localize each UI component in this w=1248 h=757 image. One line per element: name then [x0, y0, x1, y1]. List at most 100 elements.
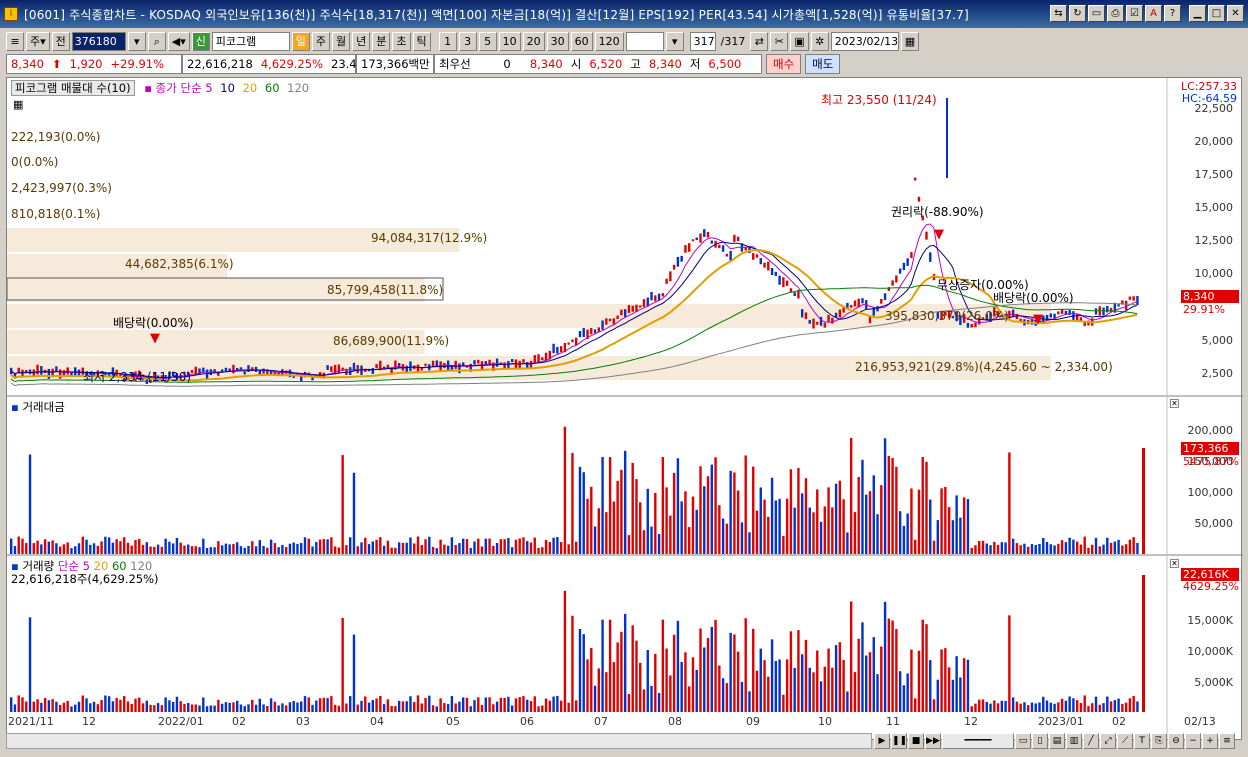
- table-icon[interactable]: ▦: [13, 98, 23, 111]
- interval-5[interactable]: 5: [478, 31, 497, 51]
- pause-icon[interactable]: ❚❚: [891, 733, 907, 749]
- draw-line-icon[interactable]: ╱: [1083, 733, 1099, 749]
- sell-button[interactable]: 매도: [805, 54, 841, 74]
- interval-120[interactable]: 120: [594, 31, 624, 51]
- capture-icon[interactable]: ⎘: [1151, 733, 1167, 749]
- help-icon[interactable]: ?: [1164, 5, 1181, 22]
- period-minute[interactable]: 분: [372, 31, 391, 51]
- interval-60[interactable]: 60: [570, 31, 593, 51]
- volume-bar: [785, 659, 789, 712]
- chart-canvas[interactable]: ▼ ▼ ▼: [7, 78, 1243, 741]
- period-second[interactable]: 초: [392, 31, 411, 51]
- link-icon[interactable]: ⇆: [1050, 5, 1067, 22]
- interval-3[interactable]: 3: [458, 31, 477, 51]
- code-dropdown-icon[interactable]: ▾: [127, 31, 146, 51]
- layout-1-icon[interactable]: ▭: [1015, 733, 1031, 749]
- close-value-panel-icon[interactable]: ✕: [1170, 399, 1179, 408]
- date-input[interactable]: 2023/02/13: [830, 31, 899, 51]
- search-icon[interactable]: ⌕: [147, 31, 166, 51]
- interval-20[interactable]: 20: [522, 31, 545, 51]
- value-bar: [149, 546, 152, 554]
- period-month[interactable]: 월: [332, 31, 351, 51]
- draw-trend-icon[interactable]: ⤢: [1100, 733, 1116, 749]
- scissors-icon[interactable]: ✂: [770, 31, 789, 51]
- value-bar: [910, 488, 913, 554]
- settings-icon[interactable]: ✲: [810, 31, 829, 51]
- zoom-in-icon[interactable]: +: [1202, 733, 1218, 749]
- interval-custom-input[interactable]: [625, 31, 664, 51]
- zoom-out-icon[interactable]: −: [1185, 733, 1201, 749]
- all-button[interactable]: 전: [51, 31, 70, 51]
- volume-bar: [435, 706, 439, 712]
- menu-icon[interactable]: ≡: [6, 31, 24, 51]
- reset-icon[interactable]: ⊖: [1168, 733, 1184, 749]
- value-bar: [405, 542, 408, 554]
- fast-forward-icon[interactable]: ▶▶: [925, 733, 941, 749]
- refresh-icon[interactable]: ↻: [1069, 5, 1086, 22]
- minimize-button[interactable]: ▁: [1189, 5, 1206, 22]
- volume-bar: [1045, 700, 1049, 712]
- market-select[interactable]: 주▾: [26, 31, 50, 51]
- volume-profile-legend[interactable]: 피코그램 매물대 수(10): [11, 80, 135, 96]
- stock-code-input[interactable]: 376180: [71, 31, 126, 51]
- maximize-button[interactable]: □: [1208, 5, 1225, 22]
- volume-bar: [1068, 696, 1071, 712]
- close-button[interactable]: ✕: [1227, 5, 1244, 22]
- layout-2-icon[interactable]: ▯: [1032, 733, 1048, 749]
- interval-30[interactable]: 30: [546, 31, 569, 51]
- period-week[interactable]: 주: [311, 31, 331, 51]
- price-candle: [767, 261, 770, 271]
- layout-4-icon[interactable]: ▥: [1066, 733, 1082, 749]
- value-bar: [510, 547, 514, 554]
- ma60-legend[interactable]: 60: [265, 81, 280, 95]
- draw-ray-icon[interactable]: ⟋: [1117, 733, 1133, 749]
- fullscreen-icon[interactable]: ≡: [1219, 733, 1235, 749]
- swap-icon[interactable]: ⇄: [750, 31, 769, 51]
- volume-bar: [642, 689, 646, 712]
- ma10-legend[interactable]: 10: [220, 81, 235, 95]
- count-input[interactable]: 317: [689, 31, 716, 51]
- value-panel-title[interactable]: 거래대금: [22, 400, 64, 414]
- chart-scrollbar[interactable]: [6, 733, 872, 749]
- checkbox-icon[interactable]: ☑: [1126, 5, 1143, 22]
- period-year[interactable]: 년: [352, 31, 371, 51]
- period-tick[interactable]: 틱: [412, 31, 431, 51]
- volume-bar: [236, 700, 239, 712]
- draw-text-icon[interactable]: T: [1134, 733, 1150, 749]
- value-bar: [642, 530, 646, 554]
- period-day[interactable]: 일: [291, 31, 310, 51]
- ma20-legend[interactable]: 20: [243, 81, 258, 95]
- value-bar: [488, 538, 491, 554]
- close-volume-panel-icon[interactable]: ✕: [1170, 559, 1179, 568]
- save-icon[interactable]: ▣: [790, 31, 809, 51]
- ma-legend[interactable]: ▪ 종가 단순 5: [144, 81, 212, 95]
- xtick-03: 03: [296, 715, 310, 728]
- calendar-icon[interactable]: ▦: [900, 31, 920, 51]
- volume-bar: [70, 706, 73, 712]
- volume-bar: [119, 699, 122, 712]
- window-icon[interactable]: ▭: [1088, 5, 1105, 22]
- stock-name-field[interactable]: 피코그램: [211, 31, 290, 51]
- price-candle: [330, 366, 333, 372]
- stop-icon[interactable]: ■: [908, 733, 924, 749]
- ma120-legend[interactable]: 120: [287, 81, 309, 95]
- change-value: 1,920: [69, 57, 103, 71]
- value-bar: [1038, 543, 1041, 554]
- layout-3-icon[interactable]: ▤: [1049, 733, 1065, 749]
- interval-1[interactable]: 1: [438, 31, 457, 51]
- print-icon[interactable]: ⎙: [1107, 5, 1124, 22]
- volume-bar: [714, 619, 717, 712]
- play-icon[interactable]: ▶: [874, 733, 890, 749]
- buy-button[interactable]: 매수: [766, 54, 802, 74]
- value-bar: [1015, 543, 1019, 554]
- interval-10[interactable]: 10: [498, 31, 521, 51]
- font-icon[interactable]: A: [1145, 5, 1162, 22]
- volume-bar: [917, 650, 921, 712]
- price-candle: [40, 366, 43, 375]
- value-bar: [292, 542, 295, 554]
- speaker-icon[interactable]: ◀▾: [167, 31, 190, 51]
- chart-area[interactable]: ▼ ▼ ▼ 피코그램 매물대 수(10) ▪ 종가 단순 5 10 20 60 12…: [6, 77, 1243, 741]
- interval-dropdown-icon[interactable]: ▾: [665, 31, 684, 51]
- zoom-slider[interactable]: ━━━━━: [942, 733, 1014, 749]
- price-candle: [891, 280, 894, 286]
